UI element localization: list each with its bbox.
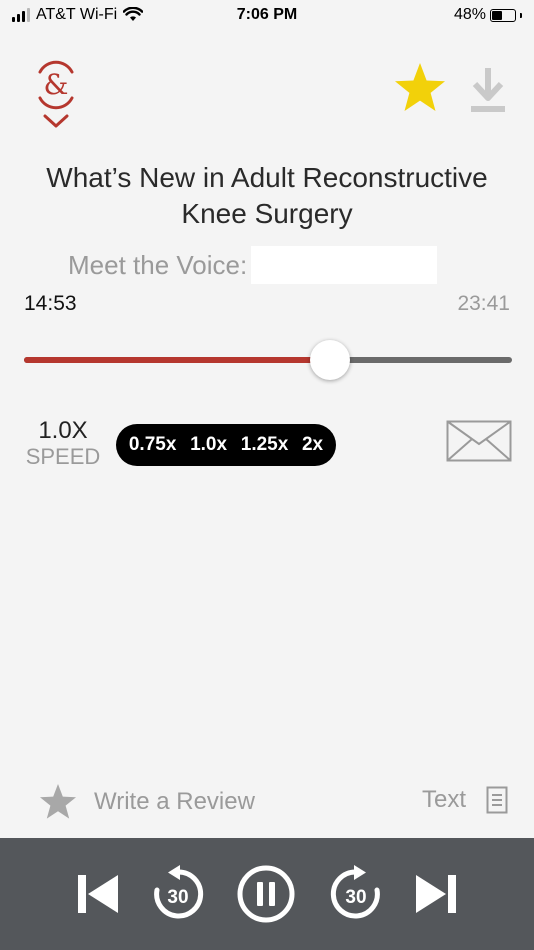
speed-indicator: 1.0X SPEED <box>20 418 106 470</box>
rewind-30-label: 30 <box>167 887 188 908</box>
battery-tip <box>520 12 522 18</box>
previous-icon[interactable] <box>68 864 128 924</box>
forward-30-icon[interactable]: 30 <box>326 864 386 924</box>
progress-fill <box>24 357 331 363</box>
speed-selector: 0.75x 1.0x 1.25x 2x <box>116 424 336 466</box>
speed-option-2x[interactable]: 2x <box>302 434 323 456</box>
favorite-star-icon[interactable] <box>392 60 448 116</box>
app-logo-icon: & <box>38 60 74 128</box>
voice-label: Meet the Voice: <box>68 249 248 280</box>
svg-text:&: & <box>44 68 69 101</box>
review-star-icon <box>40 784 76 819</box>
speed-option-1-25x[interactable]: 1.25x <box>241 434 289 456</box>
text-label: Text <box>421 786 466 813</box>
speed-option-1-0x[interactable]: 1.0x <box>190 434 227 456</box>
voice-name-box[interactable] <box>251 246 438 284</box>
status-bar: AT&T Wi-Fi 7:06 PM 48% <box>0 0 534 32</box>
write-review-label: Write a Review <box>94 788 255 815</box>
playback-controls: 30 30 <box>0 838 534 950</box>
progress-thumb[interactable] <box>310 340 351 380</box>
download-icon[interactable] <box>468 64 508 116</box>
episode-title: What’s New in Adult Reconstructive Knee … <box>46 162 488 229</box>
voice-row: Meet the Voice: <box>68 246 438 284</box>
mail-icon[interactable] <box>446 420 512 462</box>
speed-label: SPEED <box>25 444 101 469</box>
total-time: 23:41 <box>457 292 510 315</box>
forward-30-label: 30 <box>345 887 366 908</box>
document-icon <box>486 786 508 814</box>
write-review-button[interactable]: Write a Review <box>38 782 255 822</box>
elapsed-time: 14:53 <box>24 292 77 315</box>
rewind-30-icon[interactable]: 30 <box>148 864 208 924</box>
battery-icon <box>490 8 516 22</box>
text-button[interactable]: Text <box>422 786 508 814</box>
speed-value: 1.0X <box>38 417 88 444</box>
battery-percent: 48% <box>453 6 486 23</box>
speed-option-0-75x[interactable]: 0.75x <box>129 434 177 456</box>
pause-icon[interactable] <box>236 864 296 924</box>
status-right: 48% <box>454 6 522 24</box>
next-icon[interactable] <box>406 864 466 924</box>
